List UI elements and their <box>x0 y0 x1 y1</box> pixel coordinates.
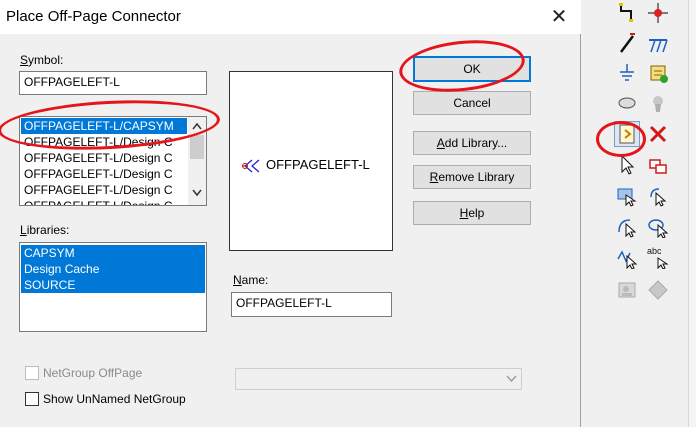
netgroup-offpage-label: NetGroup OffPage <box>43 366 143 380</box>
polyline-icon[interactable] <box>614 245 640 271</box>
annotation-ellipse-toolbar <box>596 121 646 157</box>
cancel-button[interactable]: Cancel <box>413 91 531 115</box>
name-input[interactable]: OFFPAGELEFT-L <box>231 292 392 317</box>
netgroup-offpage-checkbox[interactable] <box>25 366 39 380</box>
placement-toolbar: abc <box>608 0 688 427</box>
list-item-library-2[interactable]: SOURCE <box>21 277 205 293</box>
symbol-label: Symbol: <box>20 53 64 67</box>
close-icon[interactable]: ✕ <box>540 3 578 31</box>
arc-icon[interactable] <box>614 214 640 240</box>
list-item-symbol-4[interactable]: OFFPAGELEFT-L/Design C <box>21 182 187 198</box>
bus-icon[interactable] <box>614 30 640 56</box>
ground-icon[interactable] <box>614 60 640 86</box>
bookmark-icon[interactable] <box>645 277 671 303</box>
wire-icon[interactable] <box>614 0 640 26</box>
symbol-input[interactable]: OFFPAGELEFT-L <box>19 71 207 95</box>
show-unnamed-netgroup-checkbox[interactable] <box>25 392 39 406</box>
list-item-library-1[interactable]: Design Cache <box>21 261 205 277</box>
offpage-connector-graphic <box>242 159 260 173</box>
chevron-down-icon[interactable] <box>192 189 202 197</box>
net-alias-icon[interactable] <box>614 90 640 116</box>
hierarchical-port-icon[interactable] <box>614 183 640 209</box>
picture-icon[interactable] <box>614 277 640 303</box>
list-item-library-0[interactable]: CAPSYM <box>21 245 205 261</box>
help-button[interactable]: Help <box>413 201 531 225</box>
hierarchical-block-icon[interactable] <box>645 152 671 178</box>
dialog-title: Place Off-Page Connector <box>6 8 181 25</box>
scrollbar-thumb[interactable] <box>190 135 204 159</box>
power-icon[interactable] <box>645 90 671 116</box>
symbol-preview: OFFPAGELEFT-L <box>229 71 393 251</box>
bus-entry-icon[interactable] <box>645 30 671 56</box>
no-connect-icon[interactable] <box>645 121 671 147</box>
ellipse-icon[interactable] <box>645 214 671 240</box>
hierarchical-pin-icon[interactable] <box>645 183 671 209</box>
libraries-label: Libraries: <box>20 223 70 237</box>
preview-connector-text: OFFPAGELEFT-L <box>266 157 370 172</box>
netgroup-combo[interactable] <box>235 368 522 390</box>
title-bar: Place Off-Page Connector ✕ <box>0 0 581 34</box>
remove-library-button[interactable]: Remove Library <box>413 165 531 189</box>
list-item-symbol-3[interactable]: OFFPAGELEFT-L/Design C <box>21 166 187 182</box>
list-item-symbol-2[interactable]: OFFPAGELEFT-L/Design C <box>21 150 187 166</box>
list-item-symbol-5[interactable]: OFFPAGELEFT-L/Design C <box>21 198 187 205</box>
add-library-button[interactable]: Add Library... <box>413 131 531 155</box>
text-icon-label: abc <box>647 246 662 256</box>
libraries-list[interactable]: CAPSYM Design Cache SOURCE <box>19 242 207 332</box>
place-part-icon[interactable] <box>645 60 671 86</box>
junction-icon[interactable] <box>645 0 671 26</box>
name-label: Name: <box>233 273 269 287</box>
canvas-edge <box>688 0 696 427</box>
show-unnamed-netgroup-label: Show UnNamed NetGroup <box>43 392 186 406</box>
text-icon[interactable]: abc <box>645 245 671 271</box>
combo-chevron-down-icon <box>506 375 517 383</box>
